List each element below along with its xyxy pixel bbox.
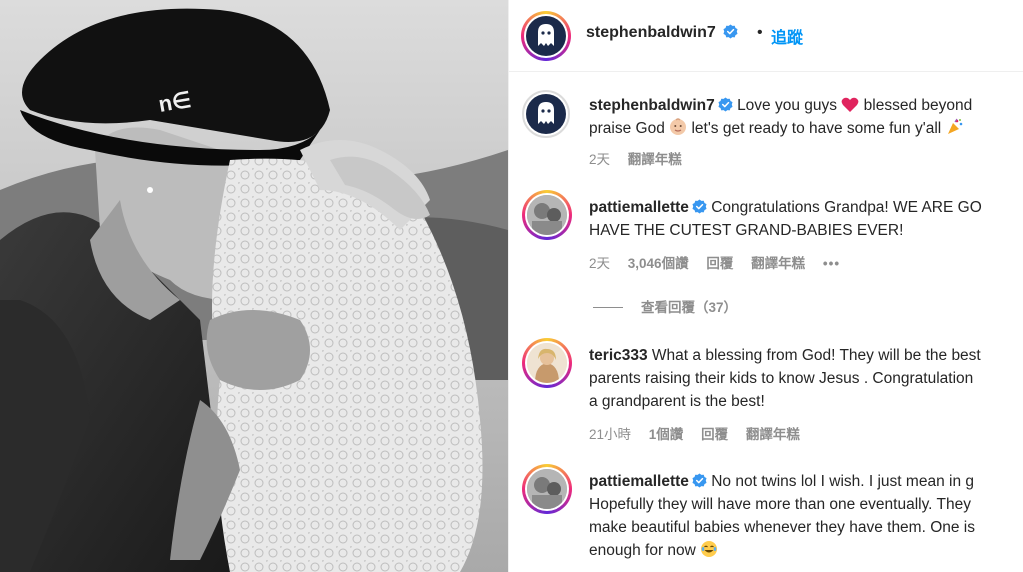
- profile-photo-icon: [527, 469, 567, 509]
- comment-body: make beautiful babies whenever they have…: [589, 519, 976, 536]
- verified-badge-icon: [692, 473, 707, 488]
- comment-text-line: pattiemallette No not twins lol I wish. …: [589, 470, 974, 493]
- view-replies-button[interactable]: 查看回覆（37）: [593, 296, 737, 316]
- black-white-photo-image: n∈: [0, 0, 508, 572]
- comment-text-line: Hopefully they will have more than one e…: [589, 493, 971, 516]
- verified-badge-icon: [723, 24, 738, 39]
- comment-body: Congratulations Grandpa! WE ARE GO: [711, 199, 982, 216]
- comment-text-line: parents raising their kids to know Jesus…: [589, 367, 973, 390]
- commenter-avatar[interactable]: [522, 190, 572, 240]
- comment-body: praise God: [589, 120, 665, 137]
- profile-photo-icon: [527, 195, 567, 235]
- post-details-panel: stephenbaldwin7 • 追蹤 stephenbaldwin7 Lov…: [508, 0, 1023, 572]
- comment-body: a grandparent is the best!: [589, 393, 765, 410]
- author-username[interactable]: stephenbaldwin7: [586, 24, 738, 42]
- commenter-avatar[interactable]: [522, 90, 570, 138]
- translate-button[interactable]: 翻譯年糕: [751, 256, 805, 271]
- comment-username[interactable]: teric333: [589, 347, 648, 364]
- comment-text-line: praise God let's get ready to have some …: [589, 117, 964, 140]
- comment-text-line: teric333 What a blessing from God! They …: [589, 344, 981, 367]
- post-photo[interactable]: n∈: [0, 0, 508, 572]
- comment-timestamp[interactable]: 21小時: [589, 427, 631, 442]
- comment-username[interactable]: stephenbaldwin7: [589, 97, 715, 114]
- comment-body-cont: blessed beyond: [863, 97, 973, 114]
- comment-timestamp[interactable]: 2天: [589, 152, 610, 167]
- translate-button[interactable]: 翻譯年糕: [746, 427, 800, 442]
- view-replies-label[interactable]: 查看回覆（37）: [641, 300, 737, 315]
- comment-body: parents raising their kids to know Jesus…: [589, 370, 974, 387]
- comment-username[interactable]: pattiemallette: [589, 199, 689, 216]
- comment-meta: 21小時 1個讚 回覆 翻譯年糕: [589, 423, 814, 443]
- comment-likes-count[interactable]: 3,046個讚: [628, 256, 689, 271]
- comment-text-line: a grandparent is the best!: [589, 390, 765, 413]
- comment-meta: 2天 翻譯年糕: [589, 148, 696, 168]
- comment-text-line: HAVE THE CUTEST GRAND-BABIES EVER!: [589, 219, 903, 242]
- commenter-avatar[interactable]: [522, 338, 572, 388]
- profile-photo-icon: [527, 343, 567, 383]
- comment-body: HAVE THE CUTEST GRAND-BABIES EVER!: [589, 222, 904, 239]
- comment-likes-count[interactable]: 1個讚: [649, 427, 684, 442]
- party-popper-emoji-icon: [947, 118, 962, 134]
- author-avatar[interactable]: [521, 11, 571, 61]
- follow-button[interactable]: 追蹤: [771, 24, 803, 48]
- post-header: stephenbaldwin7 • 追蹤: [509, 0, 1023, 72]
- comment-timestamp[interactable]: 2天: [589, 256, 610, 271]
- comment-body: What a blessing from God! They will be t…: [651, 347, 981, 364]
- reply-button[interactable]: 回覆: [706, 256, 733, 271]
- verified-badge-icon: [718, 97, 733, 112]
- comment-meta: 2天 3,046個讚 回覆 翻譯年糕 •••: [589, 252, 854, 272]
- author-username-text[interactable]: stephenbaldwin7: [586, 24, 716, 41]
- comment-body: Love you guys: [737, 97, 838, 114]
- more-options-icon[interactable]: •••: [823, 256, 840, 271]
- comment-text-line: stephenbaldwin7 Love you guys blessed be…: [589, 94, 972, 117]
- comment-body: No not twins lol I wish. I just mean in …: [711, 473, 974, 490]
- comment-text-line: pattiemallette Congratulations Grandpa! …: [589, 196, 982, 219]
- header-separator: •: [757, 24, 763, 41]
- baby-emoji-icon: [670, 118, 687, 135]
- translate-button[interactable]: 翻譯年糕: [628, 152, 682, 167]
- view-replies-divider: [593, 307, 623, 308]
- verified-badge-icon: [692, 199, 707, 214]
- comment-body: enough for now: [589, 542, 696, 559]
- comment-username[interactable]: pattiemallette: [589, 473, 689, 490]
- ghost-avatar-icon: [538, 102, 554, 124]
- comment-body-cont: let's get ready to have some fun y'all: [691, 120, 942, 137]
- heart-emoji-icon: [841, 97, 859, 112]
- ghost-avatar-icon: [538, 24, 554, 46]
- commenter-avatar[interactable]: [522, 464, 572, 514]
- comment-text-line: make beautiful babies whenever they have…: [589, 516, 975, 539]
- comment-text-line: enough for now: [589, 539, 718, 562]
- comment-body: Hopefully they will have more than one e…: [589, 496, 971, 513]
- reply-button[interactable]: 回覆: [701, 427, 728, 442]
- laughing-emoji-icon: [701, 541, 718, 557]
